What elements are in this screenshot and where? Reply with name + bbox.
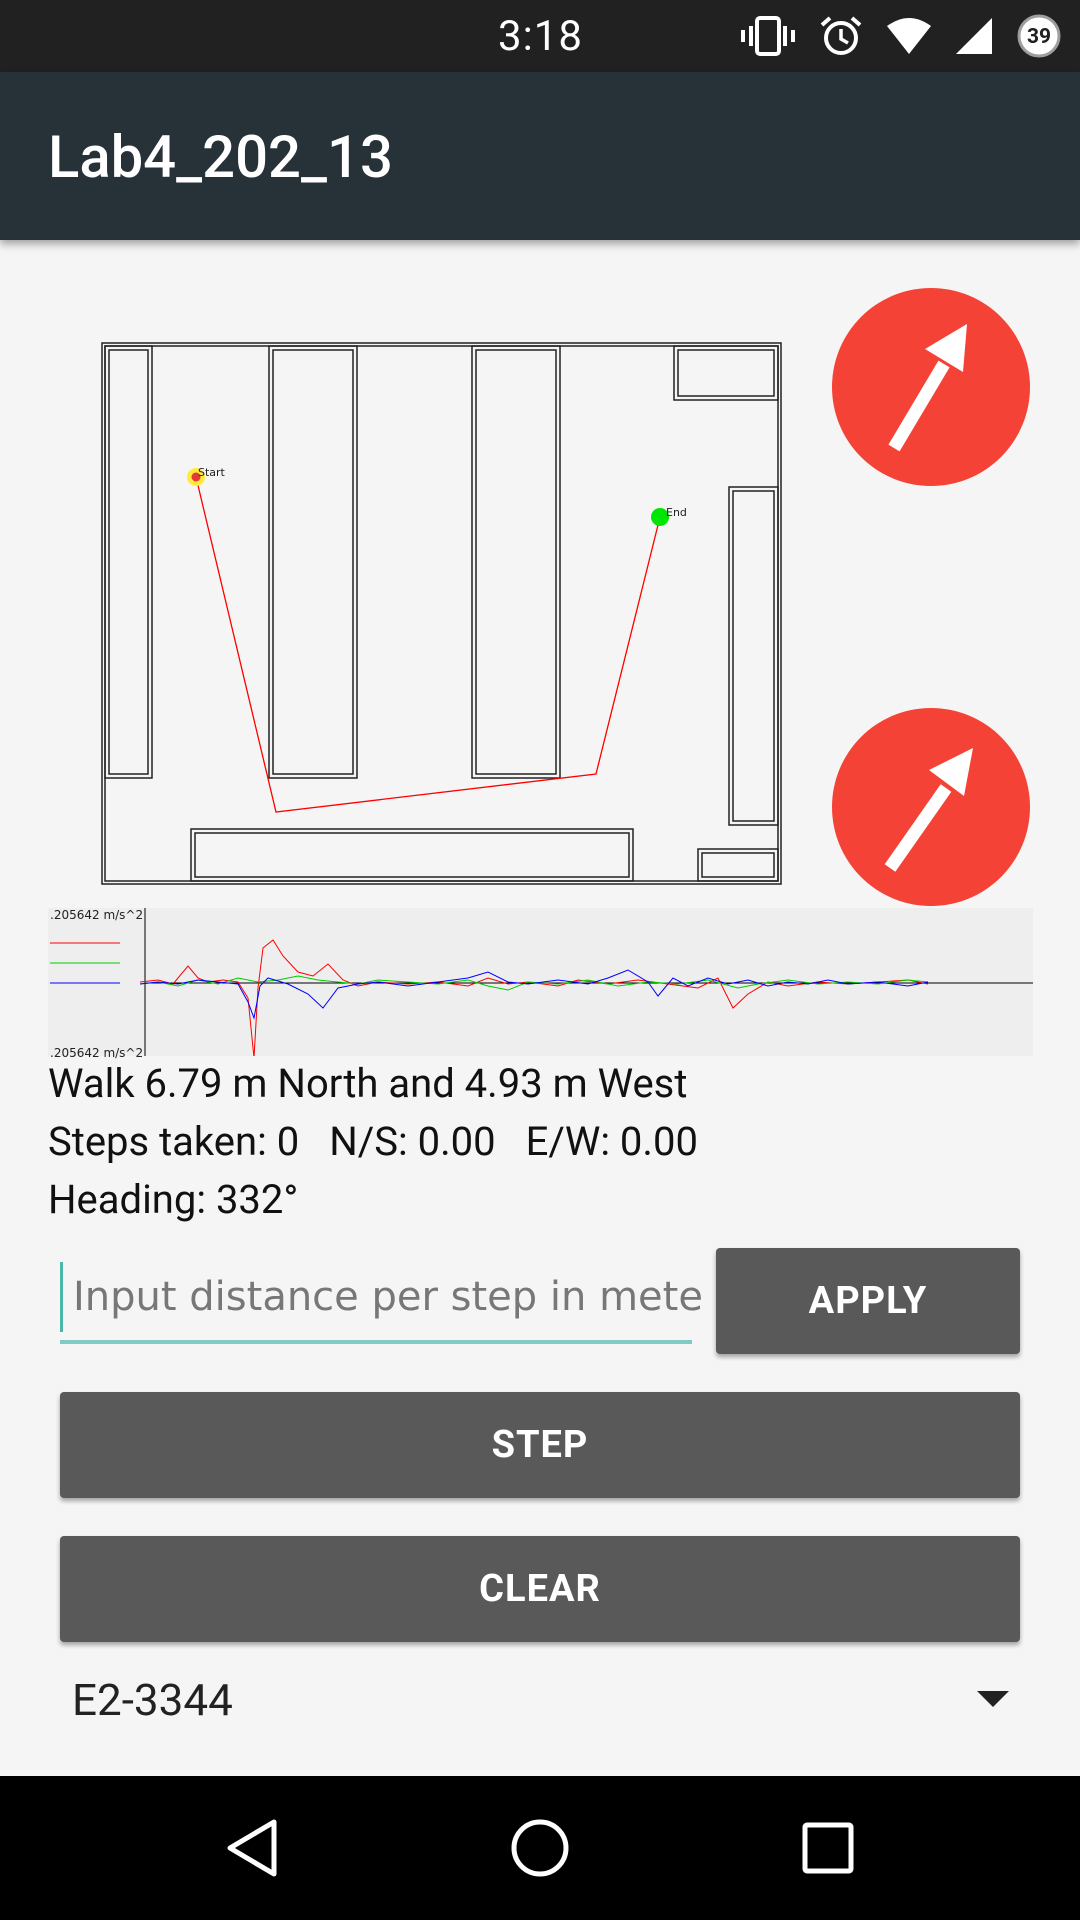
map-select-value: E2-3344 — [72, 1674, 233, 1726]
accelerometer-graph: .205642 m/s^2 .205642 m/s^2 — [48, 908, 1033, 1060]
status-icons: 39 — [740, 10, 1062, 62]
start-label: Start — [198, 466, 226, 479]
end-label: End — [666, 506, 687, 519]
north-east-arrow-icon — [884, 748, 973, 872]
step-stats: Steps taken: 0 N/S: 0.00 E/W: 0.00 — [48, 1118, 728, 1165]
back-icon — [227, 1819, 277, 1877]
status-time: 3:18 — [498, 12, 583, 61]
ew-displacement: E/W: 0.00 — [525, 1118, 698, 1165]
vibrate-icon — [740, 14, 796, 58]
home-icon — [511, 1819, 569, 1877]
distance-input-container — [60, 1262, 705, 1344]
clear-button[interactable]: CLEAR — [60, 1536, 1020, 1642]
distance-per-step-input[interactable] — [60, 1262, 705, 1332]
north-east-arrow-icon — [888, 324, 967, 452]
dropdown-arrow-icon — [976, 1690, 1010, 1712]
navigation-bar — [0, 1776, 1080, 1920]
map-walls — [101, 342, 782, 885]
app-bar: Lab4_202_13 — [0, 72, 1080, 240]
path-line — [195, 476, 661, 813]
battery-icon: 39 — [1016, 13, 1062, 59]
series-z — [139, 969, 929, 1020]
battery-level: 39 — [1027, 25, 1051, 49]
home-button[interactable] — [460, 1776, 620, 1920]
status-bar: 3:18 39 — [0, 0, 1080, 72]
back-button[interactable] — [172, 1776, 332, 1920]
cell-signal-icon — [954, 16, 994, 56]
wifi-icon — [886, 16, 932, 56]
step-button[interactable]: STEP — [60, 1392, 1020, 1498]
apply-button[interactable]: APPLY — [716, 1248, 1020, 1354]
page-title: Lab4_202_13 — [48, 124, 393, 192]
alarm-icon — [818, 13, 864, 59]
floor-map: Start End — [101, 342, 782, 885]
heading: Heading: 332° — [48, 1176, 299, 1223]
recents-button[interactable] — [748, 1776, 908, 1920]
map-select-dropdown[interactable]: E2-3344 — [48, 1664, 1010, 1736]
walk-instruction: Walk 6.79 m North and 4.93 m West — [48, 1060, 688, 1107]
direction-arrow-button[interactable] — [832, 288, 1030, 486]
graph-plot — [50, 908, 1033, 1056]
target-arrow-button[interactable] — [832, 708, 1030, 906]
ns-displacement: N/S: 0.00 — [329, 1118, 496, 1165]
steps-taken: Steps taken: 0 — [48, 1118, 300, 1165]
recents-icon — [802, 1822, 854, 1874]
